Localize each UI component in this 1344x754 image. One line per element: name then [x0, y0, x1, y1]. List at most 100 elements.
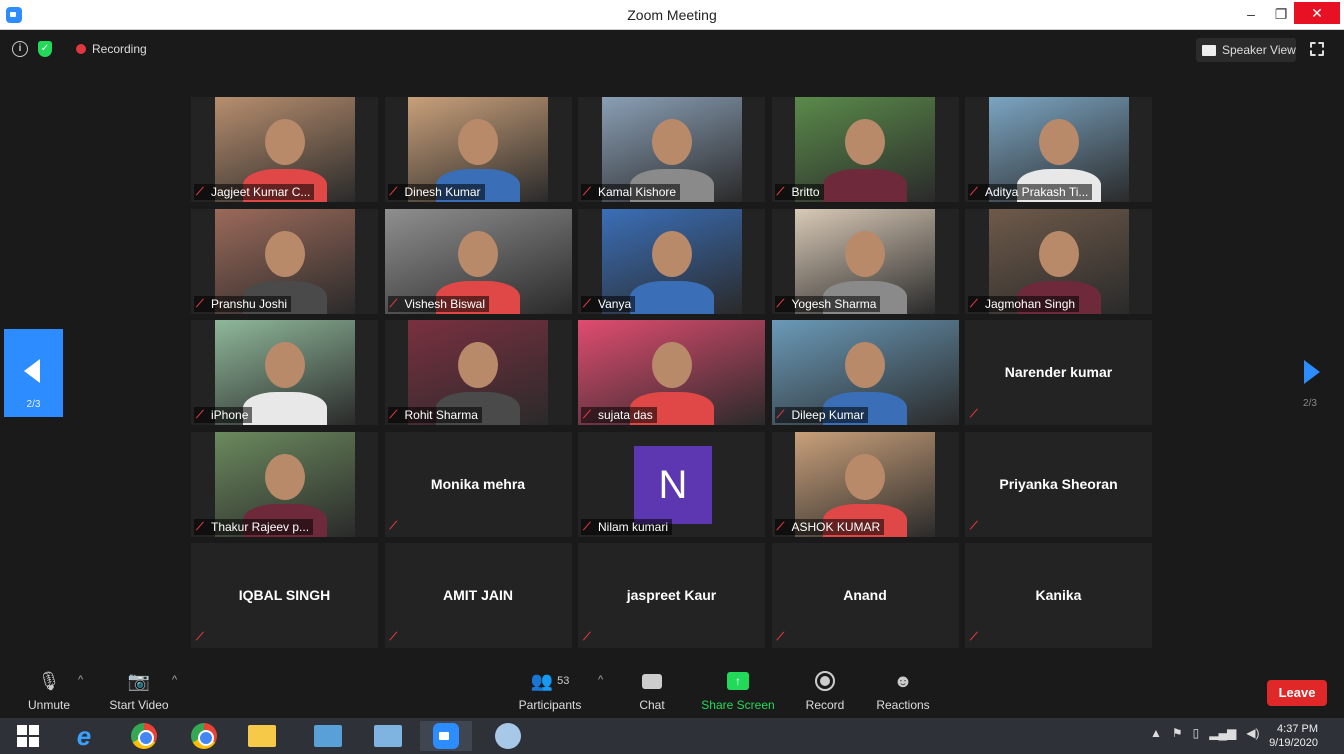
leave-button[interactable]: Leave — [1267, 680, 1327, 706]
participant-tile[interactable]: ⟋ Vanya — [578, 208, 765, 314]
participant-tile[interactable]: AMIT JAIN ⟋ — [384, 543, 572, 648]
close-button[interactable]: ✕ — [1294, 2, 1340, 24]
taskbar-photo-app[interactable] — [302, 721, 354, 751]
participant-name: Vanya — [598, 296, 632, 311]
mic-muted-icon: ⟋ — [970, 631, 978, 643]
participant-name: Thakur Rajeev p... — [211, 519, 310, 534]
start-video-button[interactable]: 📷 Start Video — [104, 668, 174, 713]
volume-icon[interactable]: ◀) — [1246, 726, 1259, 740]
fullscreen-icon[interactable] — [1310, 42, 1324, 56]
mic-muted-icon: ⟋ — [970, 297, 978, 310]
record-label: Record — [805, 698, 845, 712]
video-options-chevron-icon[interactable]: ^ — [172, 674, 177, 686]
participant-name: ASHOK KUMAR — [791, 519, 881, 534]
clock[interactable]: 4:37 PM 9/19/2020 — [1268, 722, 1318, 750]
right-arrow-icon — [1304, 360, 1320, 384]
unmute-button[interactable]: 🎙 Unmute — [22, 668, 76, 713]
battery-icon[interactable]: ▯ — [1193, 726, 1200, 740]
participant-tile[interactable]: Kanika ⟋ — [965, 543, 1152, 648]
participant-face — [651, 230, 692, 277]
participant-label: ⟋ Thakur Rajeev p... — [194, 518, 314, 535]
taskbar-chrome-1[interactable] — [118, 721, 170, 751]
participant-tile[interactable]: ⟋ iPhone — [191, 320, 378, 425]
participant-label: ⟋ Vanya — [581, 295, 636, 312]
microphone-muted-icon: 🎙 — [37, 670, 61, 691]
mic-muted-icon: ⟋ — [196, 186, 204, 198]
video-off-icon: 📷 — [127, 670, 151, 691]
participant-label: ⟋ iPhone — [194, 407, 253, 423]
recording-dot-icon — [76, 44, 86, 54]
grid-view-icon — [1202, 44, 1216, 56]
shield-icon[interactable]: ✓ — [38, 41, 52, 57]
participant-tile[interactable]: ⟋ Britto — [771, 97, 959, 202]
participant-name: Britto — [791, 185, 820, 199]
participant-tile[interactable]: ⟋ Dileep Kumar — [771, 320, 959, 425]
participant-tile[interactable]: ⟋ Aditya Prakash Ti... — [965, 97, 1152, 202]
participant-name: Rohit Sharma — [404, 408, 478, 422]
flag-icon[interactable]: ⚑ — [1172, 726, 1183, 740]
participant-label: ⟋ Rohit Sharma — [387, 407, 482, 423]
participant-tile[interactable]: N ⟋ Nilam kumari — [578, 431, 765, 537]
zoom-icon — [433, 723, 459, 749]
speaker-view-button[interactable]: Speaker View — [1196, 38, 1296, 62]
participant-tile[interactable]: Priyanka Sheoran ⟋ — [965, 431, 1152, 537]
participant-tile[interactable]: ⟋ Yogesh Sharma — [771, 208, 959, 314]
info-icon[interactable]: i — [12, 41, 28, 57]
participant-tile[interactable]: ⟋ ASHOK KUMAR — [771, 431, 959, 537]
participant-tile[interactable]: Monika mehra ⟋ — [384, 431, 572, 537]
clock-time: 4:37 PM — [1277, 723, 1318, 735]
reactions-button[interactable]: ☻ Reactions — [872, 668, 934, 713]
participants-options-chevron-icon[interactable]: ^ — [598, 674, 603, 686]
participant-name: jaspreet Kaur — [626, 587, 717, 603]
participant-tile[interactable]: Anand ⟋ — [771, 543, 959, 648]
participant-tile[interactable]: IQBAL SINGH ⟋ — [191, 543, 378, 648]
reactions-smiley-icon: ☻ — [893, 670, 913, 691]
participant-tile[interactable]: ⟋ Rohit Sharma — [384, 320, 572, 425]
meeting-toolbar: 🎙 Unmute ^ 📷 Start Video ^ 👥 53 Participa… — [0, 664, 1344, 718]
taskbar-zoom[interactable] — [420, 721, 472, 751]
participant-face — [264, 119, 305, 165]
mic-muted-icon: ⟋ — [389, 409, 398, 421]
taskbar-notepad[interactable] — [362, 721, 414, 751]
participant-label: ⟋ ASHOK KUMAR — [774, 518, 885, 535]
taskbar-file-explorer[interactable] — [236, 721, 288, 751]
participant-tile[interactable]: ⟋ Thakur Rajeev p... — [191, 431, 378, 537]
minimize-button[interactable]: – — [1236, 0, 1266, 28]
start-button[interactable] — [2, 721, 54, 751]
taskbar-paint[interactable] — [482, 721, 534, 751]
maximize-button[interactable]: ❐ — [1266, 0, 1296, 28]
unmute-label: Unmute — [27, 698, 71, 712]
participant-tile[interactable]: ⟋ Vishesh Biswal — [384, 208, 572, 314]
participant-tile[interactable]: ⟋ Pranshu Joshi — [191, 208, 378, 314]
participant-body — [823, 169, 907, 202]
participants-button[interactable]: 👥 53 Participants — [512, 668, 588, 713]
share-screen-button[interactable]: ↑ Share Screen — [700, 668, 776, 712]
participant-label: ⟋ Dileep Kumar — [774, 407, 869, 423]
mic-muted-icon: ⟋ — [583, 520, 591, 533]
participant-face — [458, 230, 498, 277]
mic-muted-icon: ⟋ — [583, 297, 591, 310]
mic-muted-icon: ⟋ — [970, 408, 978, 420]
participant-name: Vishesh Biswal — [404, 296, 485, 311]
participant-tile[interactable]: ⟋ Jagmohan Singh — [965, 208, 1152, 314]
participant-tile[interactable]: ⟋ Jagjeet Kumar C... — [191, 97, 378, 202]
folder-icon — [248, 725, 276, 747]
participant-tile[interactable]: ⟋ Kamal Kishore — [578, 97, 765, 202]
mic-muted-icon: ⟋ — [196, 520, 204, 533]
network-icon[interactable]: ▂▄▆ — [1209, 726, 1236, 740]
participant-tile[interactable]: Narender kumar ⟋ — [965, 320, 1152, 425]
participant-tile[interactable]: ⟋ Dinesh Kumar — [384, 97, 572, 202]
participant-tile[interactable]: ⟋ sujata das — [578, 320, 765, 425]
previous-page-button[interactable]: 2/3 — [4, 329, 63, 417]
next-page-button[interactable]: 2/3 — [1290, 360, 1330, 420]
participant-face — [845, 119, 885, 165]
participant-label: ⟋ Britto — [774, 184, 824, 200]
participant-tile[interactable]: jaspreet Kaur ⟋ — [578, 543, 765, 648]
tray-chevron-icon[interactable]: ▲ — [1150, 726, 1162, 740]
mic-muted-icon: ⟋ — [970, 186, 978, 198]
record-button[interactable]: Record — [800, 668, 850, 712]
audio-options-chevron-icon[interactable]: ^ — [78, 674, 83, 686]
taskbar-chrome-2[interactable] — [178, 721, 230, 751]
chat-button[interactable]: Chat — [630, 668, 674, 712]
taskbar-internet-explorer[interactable]: e — [58, 721, 110, 751]
